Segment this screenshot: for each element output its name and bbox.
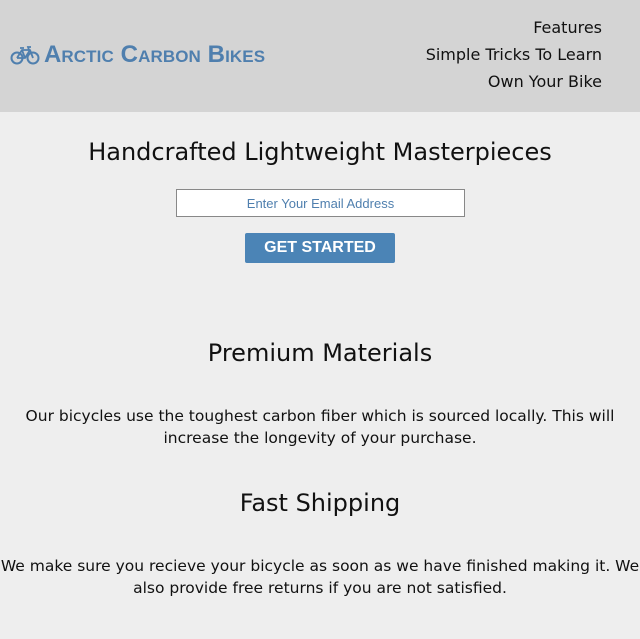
brand-logo[interactable]: Arctic Carbon Bikes [10,38,265,72]
nav-link-simple-tricks[interactable]: Simple Tricks To Learn [426,41,602,68]
hero-title: Handcrafted Lightweight Masterpieces [88,138,552,166]
feature-title-fast-shipping: Fast Shipping [239,489,401,517]
get-started-button[interactable]: GET STARTED [245,233,395,263]
brand-name: Arctic Carbon Bikes [44,41,266,68]
bicycle-icon [10,45,40,65]
feature-title-premium-materials: Premium Materials [207,339,433,367]
feature-text-fast-shipping: We make sure you recieve your bicycle as… [0,557,640,597]
nav-link-features[interactable]: Features [426,14,602,41]
main-nav: Features Simple Tricks To Learn Own Your… [426,14,602,95]
email-field[interactable] [176,189,465,217]
feature-text-premium-materials: Our bicycles use the toughest carbon fib… [25,407,615,447]
nav-link-own-your-bike[interactable]: Own Your Bike [426,68,602,95]
site-header: Arctic Carbon Bikes Features Simple Tric… [0,0,640,112]
